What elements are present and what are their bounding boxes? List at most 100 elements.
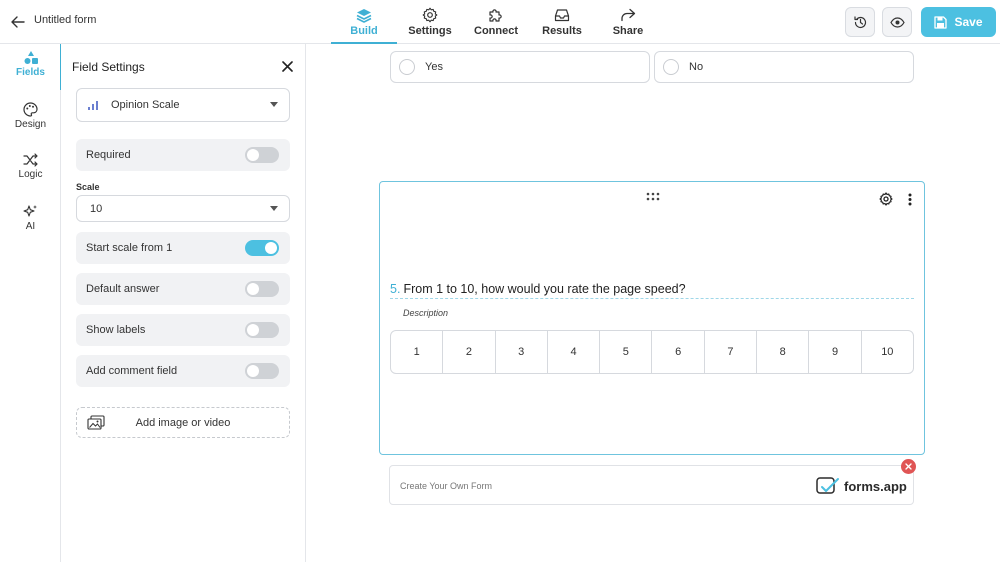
eye-icon <box>889 16 905 28</box>
comment-field-row: Add comment field <box>76 355 290 387</box>
scale-option[interactable]: 9 <box>809 331 862 373</box>
toggle-knob <box>247 283 259 295</box>
toggle-knob <box>247 149 259 161</box>
gear-icon <box>421 6 439 24</box>
remove-branding-button[interactable] <box>901 459 916 474</box>
scale-option[interactable]: 1 <box>391 331 444 373</box>
toggle-knob <box>247 324 259 336</box>
required-toggle[interactable] <box>245 147 279 163</box>
form-title[interactable]: Untitled form <box>34 14 96 26</box>
rail-item-fields[interactable]: Fields <box>0 44 62 90</box>
chevron-down-icon <box>270 205 278 211</box>
question-description[interactable]: Description <box>403 308 448 318</box>
field-settings-panel: Field Settings Opinion Scale Required Sc… <box>61 44 306 562</box>
share-icon <box>619 6 637 24</box>
tab-results-label: Results <box>542 25 582 37</box>
toggle-knob <box>265 242 277 254</box>
left-rail: Fields Design Logic AI <box>0 44 62 562</box>
top-bar: Untitled form Build Settings Connect Res… <box>0 0 1000 44</box>
layers-icon <box>355 6 373 24</box>
default-answer-toggle[interactable] <box>245 281 279 297</box>
radio-circle <box>399 59 415 75</box>
tab-build-label: Build <box>350 25 378 37</box>
tab-settings[interactable]: Settings <box>397 0 463 44</box>
floppy-icon <box>934 15 948 29</box>
palette-icon <box>23 102 38 117</box>
shuffle-icon <box>23 153 38 167</box>
tab-share[interactable]: Share <box>595 0 661 44</box>
choice-option-yes[interactable]: Yes <box>390 51 650 83</box>
rail-item-logic[interactable]: Logic <box>0 147 61 193</box>
question-number: 5. <box>390 281 401 296</box>
gear-icon <box>879 192 893 206</box>
tab-results[interactable]: Results <box>529 0 595 44</box>
forms-app-logo-icon <box>816 477 839 494</box>
comment-field-label: Add comment field <box>86 365 178 377</box>
close-panel-button[interactable] <box>279 58 295 74</box>
opinion-scale: 1 2 3 4 5 6 7 8 9 10 <box>390 330 914 374</box>
history-icon <box>853 15 866 28</box>
branding-text: Create Your Own Form <box>400 481 493 491</box>
scale-option[interactable]: 10 <box>862 331 913 373</box>
scale-option[interactable]: 2 <box>443 331 496 373</box>
scale-option[interactable]: 6 <box>652 331 705 373</box>
toggle-knob <box>247 365 259 377</box>
start-scale-toggle[interactable] <box>245 240 279 256</box>
puzzle-icon <box>487 6 505 24</box>
question-settings-button[interactable] <box>878 191 894 207</box>
choice-option-no[interactable]: No <box>654 51 914 83</box>
scale-value: 10 <box>90 202 103 215</box>
scale-option[interactable]: 8 <box>757 331 810 373</box>
tab-share-label: Share <box>612 25 644 37</box>
start-scale-label: Start scale from 1 <box>86 242 173 254</box>
choice-option-label: No <box>689 61 704 73</box>
start-scale-row: Start scale from 1 <box>76 232 290 264</box>
scale-option[interactable]: 3 <box>496 331 548 373</box>
comment-field-toggle[interactable] <box>245 363 279 379</box>
history-button[interactable] <box>845 7 875 37</box>
radio-circle <box>663 59 679 75</box>
rail-item-design[interactable]: Design <box>0 96 61 142</box>
question-title[interactable]: 5. From 1 to 10, how would you rate the … <box>390 279 914 299</box>
rail-item-fields-label: Fields <box>16 67 45 78</box>
shapes-icon <box>24 51 38 64</box>
required-row: Required <box>76 139 290 171</box>
default-answer-row: Default answer <box>76 273 290 305</box>
branding-footer[interactable]: Create Your Own Form forms.app <box>389 465 914 505</box>
inbox-icon <box>553 6 571 24</box>
more-vertical-icon <box>908 193 912 205</box>
field-type-select[interactable]: Opinion Scale <box>76 88 290 122</box>
rail-item-logic-label: Logic <box>18 169 43 180</box>
arrow-left-icon <box>11 16 25 28</box>
add-image-video-button[interactable]: Add image or video <box>76 407 290 438</box>
scale-option[interactable]: 5 <box>600 331 653 373</box>
form-canvas: Yes No 5. From 1 to 10, how would you ra… <box>306 44 1000 562</box>
scale-option[interactable]: 4 <box>548 331 601 373</box>
panel-title: Field Settings <box>72 60 145 74</box>
main-nav: Build Settings Connect Results Share <box>331 0 661 44</box>
required-label: Required <box>86 149 131 161</box>
question-card[interactable]: 5. From 1 to 10, how would you rate the … <box>379 181 925 455</box>
tab-connect[interactable]: Connect <box>463 0 529 44</box>
sparkle-icon <box>23 205 37 217</box>
preview-button[interactable] <box>882 7 912 37</box>
scale-label: Scale <box>76 182 100 192</box>
field-type-value: Opinion Scale <box>111 99 180 111</box>
rail-item-design-label: Design <box>14 119 47 130</box>
choice-option-label: Yes <box>425 61 443 73</box>
question-more-button[interactable] <box>903 191 917 207</box>
scale-select[interactable]: 10 <box>76 195 290 222</box>
show-labels-row: Show labels <box>76 314 290 346</box>
show-labels-toggle[interactable] <box>245 322 279 338</box>
default-answer-label: Default answer <box>86 283 160 295</box>
tab-build[interactable]: Build <box>331 0 397 44</box>
tab-connect-label: Connect <box>474 25 518 37</box>
save-button[interactable]: Save <box>921 7 996 37</box>
bar-chart-icon <box>88 100 98 110</box>
drag-handle-icon[interactable] <box>646 192 660 202</box>
scale-option[interactable]: 7 <box>705 331 758 373</box>
rail-item-ai[interactable]: AI <box>0 198 61 244</box>
brand-logo: forms.app <box>816 475 907 497</box>
back-button[interactable] <box>8 12 28 32</box>
close-icon <box>905 463 912 470</box>
